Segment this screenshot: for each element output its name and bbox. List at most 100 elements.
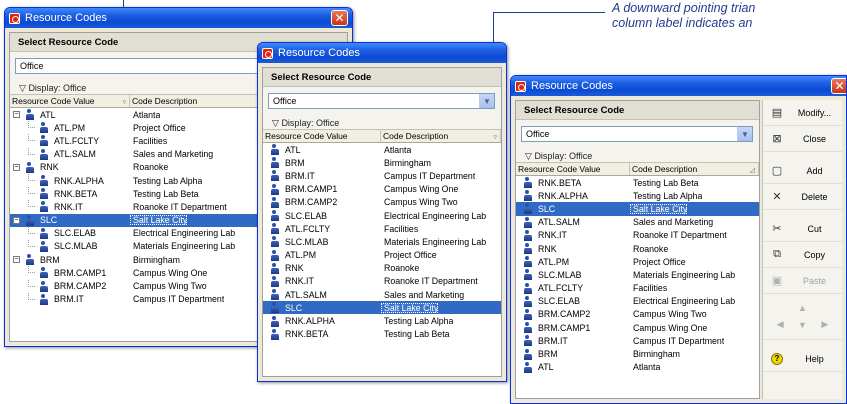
table-row[interactable]: RNK.ALPHA Testing Lab Alpha [263,314,501,327]
close-button[interactable]: ⊠ Close [763,126,842,152]
col-desc-header[interactable]: Code Description ◿ [630,163,759,175]
table-row[interactable]: ATL Atlanta [516,361,759,374]
resource-person-icon [269,275,280,287]
sorted-list: ATL Atlanta BRM Birmingham BRM.IT Campus IT D… [263,143,501,341]
code-value-cell: SLC.ELAB [516,295,630,307]
code-value-cell: RNK.IT [516,229,630,241]
button-label: Modify... [797,107,832,118]
code-value-text: ATL [538,362,554,373]
app-icon [262,47,273,59]
col-value-label: Resource Code Value [12,96,95,106]
tree-branch-line [22,187,36,200]
code-value-text: BRM.IT [54,294,84,305]
table-row[interactable]: ATL.PM Project Office [516,255,759,268]
code-value-cell: RNK.ALPHA [516,190,630,202]
table-row[interactable]: SLC Salt Lake City [516,202,759,216]
table-row[interactable]: BRM.CAMP2 Campus Wing Two [516,308,759,321]
collapse-toggle-icon[interactable]: − [13,256,20,264]
title-bar[interactable]: Resource Codes [258,43,506,63]
chevron-down-icon[interactable]: ▼ [479,94,494,108]
code-value-cell: BRM.CAMP2 [516,308,630,320]
collapse-toggle-icon[interactable]: − [13,216,20,224]
close-window-button[interactable]: ✕ [331,10,348,26]
code-description-cell: Campus IT Department [384,170,476,181]
table-row[interactable]: BRM.CAMP1 Campus Wing One [263,183,501,196]
code-value-text: RNK.IT [538,230,567,241]
display-filter-bar[interactable]: ▽ Display: Office [516,150,759,163]
code-value-cell: BRM [263,157,381,169]
table-row[interactable]: RNK Roanoke [516,242,759,255]
table-row[interactable]: RNK.BETA Testing Lab Beta [516,176,759,189]
code-description-cell: Campus Wing One [133,267,208,278]
copy-button[interactable]: ⧉ Copy [763,242,842,268]
table-row[interactable]: ATL.SALM Sales and Marketing [263,288,501,301]
code-description-cell: Materials Engineering Lab [133,241,236,252]
sort-triangle-icon: ▿ [493,134,497,141]
col-desc-header[interactable]: Code Description ▿ [381,130,501,142]
code-type-dropdown[interactable]: Office ▼ [521,126,753,142]
move-down-icon[interactable]: ▼ [798,320,807,330]
table-row[interactable]: SLC.MLAB Materials Engineering Lab [516,268,759,281]
close-window-button[interactable]: ✕ [831,78,846,94]
table-row[interactable]: SLC.MLAB Materials Engineering Lab [263,235,501,248]
table-row[interactable]: RNK Roanoke [263,262,501,275]
title-bar[interactable]: Resource Codes ✕ [5,8,352,28]
table-row[interactable]: SLC Salt Lake City [263,301,501,315]
table-row[interactable]: RNK.IT Roanoke IT Department [516,229,759,242]
help-button[interactable]: ? Help [763,346,842,372]
table-row[interactable]: SLC.ELAB Electrical Engineering Lab [263,209,501,222]
table-row[interactable]: RNK.IT Roanoke IT Department [263,275,501,288]
collapse-toggle-icon[interactable]: − [13,163,20,171]
code-value-cell: BRM.CAMP1 [263,183,381,195]
resource-person-icon [38,188,49,201]
help-icon: ? [769,352,785,365]
table-row[interactable]: SLC.ELAB Electrical Engineering Lab [516,295,759,308]
table-row[interactable]: ATL Atlanta [263,143,501,156]
chevron-down-icon[interactable]: ▼ [737,127,752,141]
move-up-icon[interactable]: ▲ [798,303,807,313]
display-label: Display: Office [281,118,340,128]
code-value-text: ATL.PM [54,122,86,133]
resource-person-icon [522,348,533,360]
move-left-icon[interactable]: ◀ [777,319,784,330]
resource-person-icon [24,214,35,226]
code-value-text: BRM.CAMP1 [538,322,591,333]
table-row[interactable]: ATL.FCLTY Facilities [263,222,501,235]
resource-person-icon [38,227,49,240]
app-icon [515,80,526,92]
cut-button[interactable]: ✂ Cut [763,216,842,242]
code-value-cell: SLC.ELAB [263,210,381,222]
code-description-cell: Project Office [633,256,686,267]
button-label: Close [802,133,826,144]
table-row[interactable]: BRM.CAMP1 Campus Wing One [516,321,759,334]
add-button[interactable]: ▢ Add [763,158,842,184]
title-bar[interactable]: Resource Codes ✕ [511,76,846,96]
modify-button[interactable]: ▤ Modify... [763,100,842,126]
table-row[interactable]: RNK.BETA Testing Lab Beta [263,328,501,341]
table-row[interactable]: ATL.FCLTY Facilities [516,282,759,295]
code-value-text: ATL.SALM [54,149,96,160]
resource-person-icon [269,315,280,327]
table-row[interactable]: BRM.IT Campus IT Department [263,169,501,182]
resource-person-icon [269,183,280,195]
table-row[interactable]: BRM Birmingham [516,347,759,360]
resource-person-icon [269,302,280,314]
table-row[interactable]: BRM Birmingham [263,156,501,169]
collapse-toggle-icon[interactable]: − [13,111,20,119]
move-right-icon[interactable]: ▶ [821,319,828,330]
table-row[interactable]: ATL.PM Project Office [263,249,501,262]
col-value-header[interactable]: Resource Code Value ▿ [10,95,130,107]
code-description-cell: Testing Lab Alpha [384,316,454,327]
combo-area: Office ▼ [516,120,759,150]
paste-button[interactable]: ▣ Paste [763,268,842,294]
table-row[interactable]: BRM.CAMP2 Campus Wing Two [263,196,501,209]
table-row[interactable]: BRM.IT Campus IT Department [516,334,759,347]
col-value-header[interactable]: Resource Code Value [263,130,381,142]
col-value-header[interactable]: Resource Code Value [516,163,630,175]
resource-person-icon [522,335,533,347]
table-row[interactable]: RNK.ALPHA Testing Lab Alpha [516,189,759,202]
table-row[interactable]: ATL.SALM Sales and Marketing [516,216,759,229]
display-filter-bar[interactable]: ▽ Display: Office [263,117,501,130]
code-type-dropdown[interactable]: Office ▼ [268,93,495,109]
delete-button[interactable]: ✕ Delete [763,184,842,210]
